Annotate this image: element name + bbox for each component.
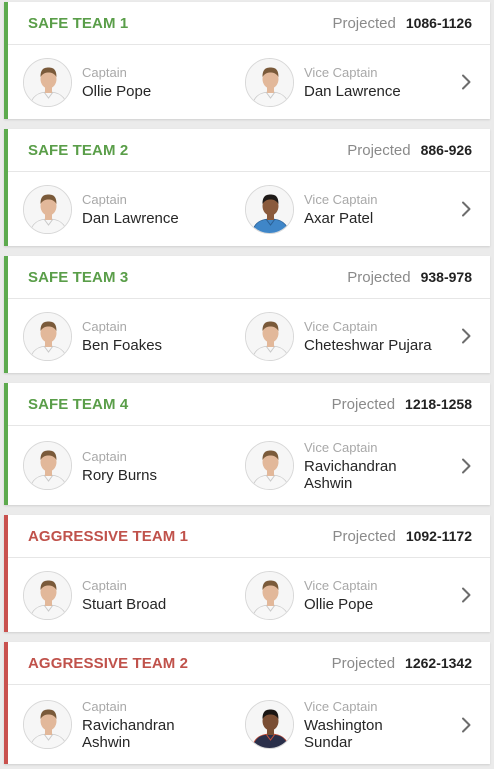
team-card-safe-4: SAFE TEAM 4 Projected 1218-1258 Captain …: [4, 383, 490, 505]
captain-name-line-1: Ravichandran: [82, 717, 175, 734]
team-name: SAFE TEAM 2: [28, 141, 129, 159]
vice-captain-name: Axar Patel: [304, 210, 374, 227]
captain: Captain Ollie Pope: [23, 57, 245, 107]
vice-captain: Vice Captain Ollie Pope: [245, 570, 458, 620]
projected-points: Projected 1086-1126: [332, 15, 472, 32]
vice-captain-role-label: Vice Captain: [304, 699, 378, 714]
player-avatar-icon: [23, 311, 72, 361]
vice-captain-role-label: Vice Captain: [304, 578, 378, 593]
chevron-right-icon[interactable]: [458, 326, 474, 346]
player-avatar-icon: [23, 441, 72, 490]
vice-captain: Vice Captain Axar Patel: [245, 184, 458, 234]
captain: Captain Ben Foakes: [23, 311, 245, 361]
captain-role-label: Captain: [82, 192, 127, 207]
projected-points: Projected 1262-1342: [332, 655, 472, 672]
chevron-right-icon[interactable]: [458, 715, 474, 735]
team-card-header: SAFE TEAM 2 Projected 886-926: [8, 129, 490, 172]
vice-captain-role-label: Vice Captain: [304, 65, 378, 80]
player-avatar-icon: [245, 441, 294, 490]
chevron-right-icon[interactable]: [458, 585, 474, 605]
projected-value: 1086-1126: [405, 15, 472, 31]
captain-name: Dan Lawrence: [82, 210, 179, 227]
vice-captain: Vice Captain Cheteshwar Pujara: [245, 311, 458, 361]
captain-name-line-2: Ashwin: [82, 734, 131, 751]
team-name: SAFE TEAM 4: [28, 395, 129, 413]
team-card-body-link[interactable]: Captain Dan Lawrence Vice Captain Axar P…: [8, 172, 490, 246]
player-avatar-icon: [245, 311, 294, 361]
vice-captain-name: Dan Lawrence: [304, 83, 401, 100]
captain-name: Rory Burns: [82, 466, 158, 484]
vice-captain-name: Ollie Pope: [304, 596, 374, 613]
projected-label: Projected: [331, 395, 396, 413]
projected-label: Projected: [332, 527, 396, 545]
chevron-right-icon[interactable]: [458, 456, 474, 476]
team-card-safe-1: SAFE TEAM 1 Projected 1086-1126 Captain …: [4, 2, 490, 119]
team-card-header: AGGRESSIVE TEAM 1 Projected 1092-1172: [8, 515, 490, 558]
team-card-body-link[interactable]: Captain Ravichandran Ashwin Vice Captain…: [8, 685, 490, 764]
team-name: SAFE TEAM 1: [28, 14, 129, 32]
chevron-right-icon[interactable]: [458, 199, 474, 219]
player-avatar-icon: [23, 184, 72, 234]
captain-role-label: Captain: [82, 448, 127, 464]
vice-captain: Vice Captain Dan Lawrence: [245, 57, 458, 107]
captain-role-label: Captain: [82, 699, 127, 714]
projected-value: 1218-1258: [405, 396, 472, 412]
team-card-header: AGGRESSIVE TEAM 2 Projected 1262-1342: [8, 642, 490, 685]
projected-value: 1092-1172: [405, 528, 472, 544]
vice-captain-name: Cheteshwar Pujara: [304, 337, 432, 354]
vice-captain-name-line-1: Washington: [304, 717, 383, 734]
captain: Captain Rory Burns: [23, 441, 245, 490]
vice-captain: Vice Captain Washington Sundar: [245, 698, 458, 751]
captain: Captain Ravichandran Ashwin: [23, 698, 245, 751]
projected-points: Projected 1092-1172: [332, 528, 472, 545]
team-card-body-link[interactable]: Captain Ollie Pope Vice Captain Dan Lawr…: [8, 45, 490, 119]
projected-points: Projected 886-926: [347, 142, 472, 159]
team-card-body-link[interactable]: Captain Stuart Broad Vice Captain Ollie …: [8, 558, 490, 632]
team-name: AGGRESSIVE TEAM 1: [28, 527, 189, 545]
vice-captain-name-line-2: Sundar: [304, 734, 353, 751]
projected-label: Projected: [331, 654, 396, 672]
team-card-header: SAFE TEAM 3 Projected 938-978: [8, 256, 490, 299]
player-avatar-icon: [245, 184, 294, 234]
vice-captain-name-line-1: Ravichandran: [304, 458, 397, 475]
vice-captain-role-label: Vice Captain: [304, 319, 378, 334]
captain: Captain Dan Lawrence: [23, 184, 245, 234]
vice-captain: Vice Captain Ravichandran Ashwin: [245, 439, 458, 492]
captain-role-label: Captain: [82, 65, 127, 80]
team-card-body-link[interactable]: Captain Rory Burns Vice Captain Ravichan…: [8, 426, 490, 505]
vice-captain-role-label: Vice Captain: [304, 192, 378, 207]
team-card-aggressive-2: AGGRESSIVE TEAM 2 Projected 1262-1342 Ca…: [4, 642, 490, 764]
player-avatar-icon: [23, 570, 72, 620]
vice-captain-name-line-2: Ashwin: [304, 475, 353, 492]
projected-label: Projected: [347, 141, 411, 159]
player-avatar-icon: [245, 570, 294, 620]
vice-captain-role-label: Vice Captain: [304, 440, 378, 455]
team-card-header: SAFE TEAM 1 Projected 1086-1126: [8, 2, 490, 45]
player-avatar-icon: [245, 57, 294, 107]
team-name: AGGRESSIVE TEAM 2: [28, 654, 189, 672]
captain-name: Ollie Pope: [82, 83, 152, 100]
team-card-header: SAFE TEAM 4 Projected 1218-1258: [8, 383, 490, 426]
team-card-safe-2: SAFE TEAM 2 Projected 886-926 Captain Da…: [4, 129, 490, 246]
projected-points: Projected 938-978: [347, 269, 472, 286]
player-avatar-icon: [23, 700, 72, 749]
chevron-right-icon[interactable]: [458, 72, 474, 92]
player-avatar-icon: [245, 700, 294, 749]
projected-points: Projected 1218-1258: [332, 396, 472, 413]
team-name: SAFE TEAM 3: [28, 268, 129, 286]
player-avatar-icon: [23, 57, 72, 107]
captain-role-label: Captain: [82, 578, 127, 593]
projected-value: 886-926: [420, 142, 472, 158]
captain-name: Ben Foakes: [82, 337, 163, 354]
projected-label: Projected: [347, 268, 411, 286]
captain: Captain Stuart Broad: [23, 570, 245, 620]
projected-value: 938-978: [420, 269, 472, 285]
projected-value: 1262-1342: [405, 655, 472, 671]
projected-label: Projected: [332, 14, 396, 32]
captain-name: Stuart Broad: [82, 596, 167, 613]
captain-role-label: Captain: [82, 319, 127, 334]
team-card-aggressive-1: AGGRESSIVE TEAM 1 Projected 1092-1172 Ca…: [4, 515, 490, 632]
team-card-safe-3: SAFE TEAM 3 Projected 938-978 Captain Be…: [4, 256, 490, 373]
team-card-body-link[interactable]: Captain Ben Foakes Vice Captain Cheteshw…: [8, 299, 490, 373]
